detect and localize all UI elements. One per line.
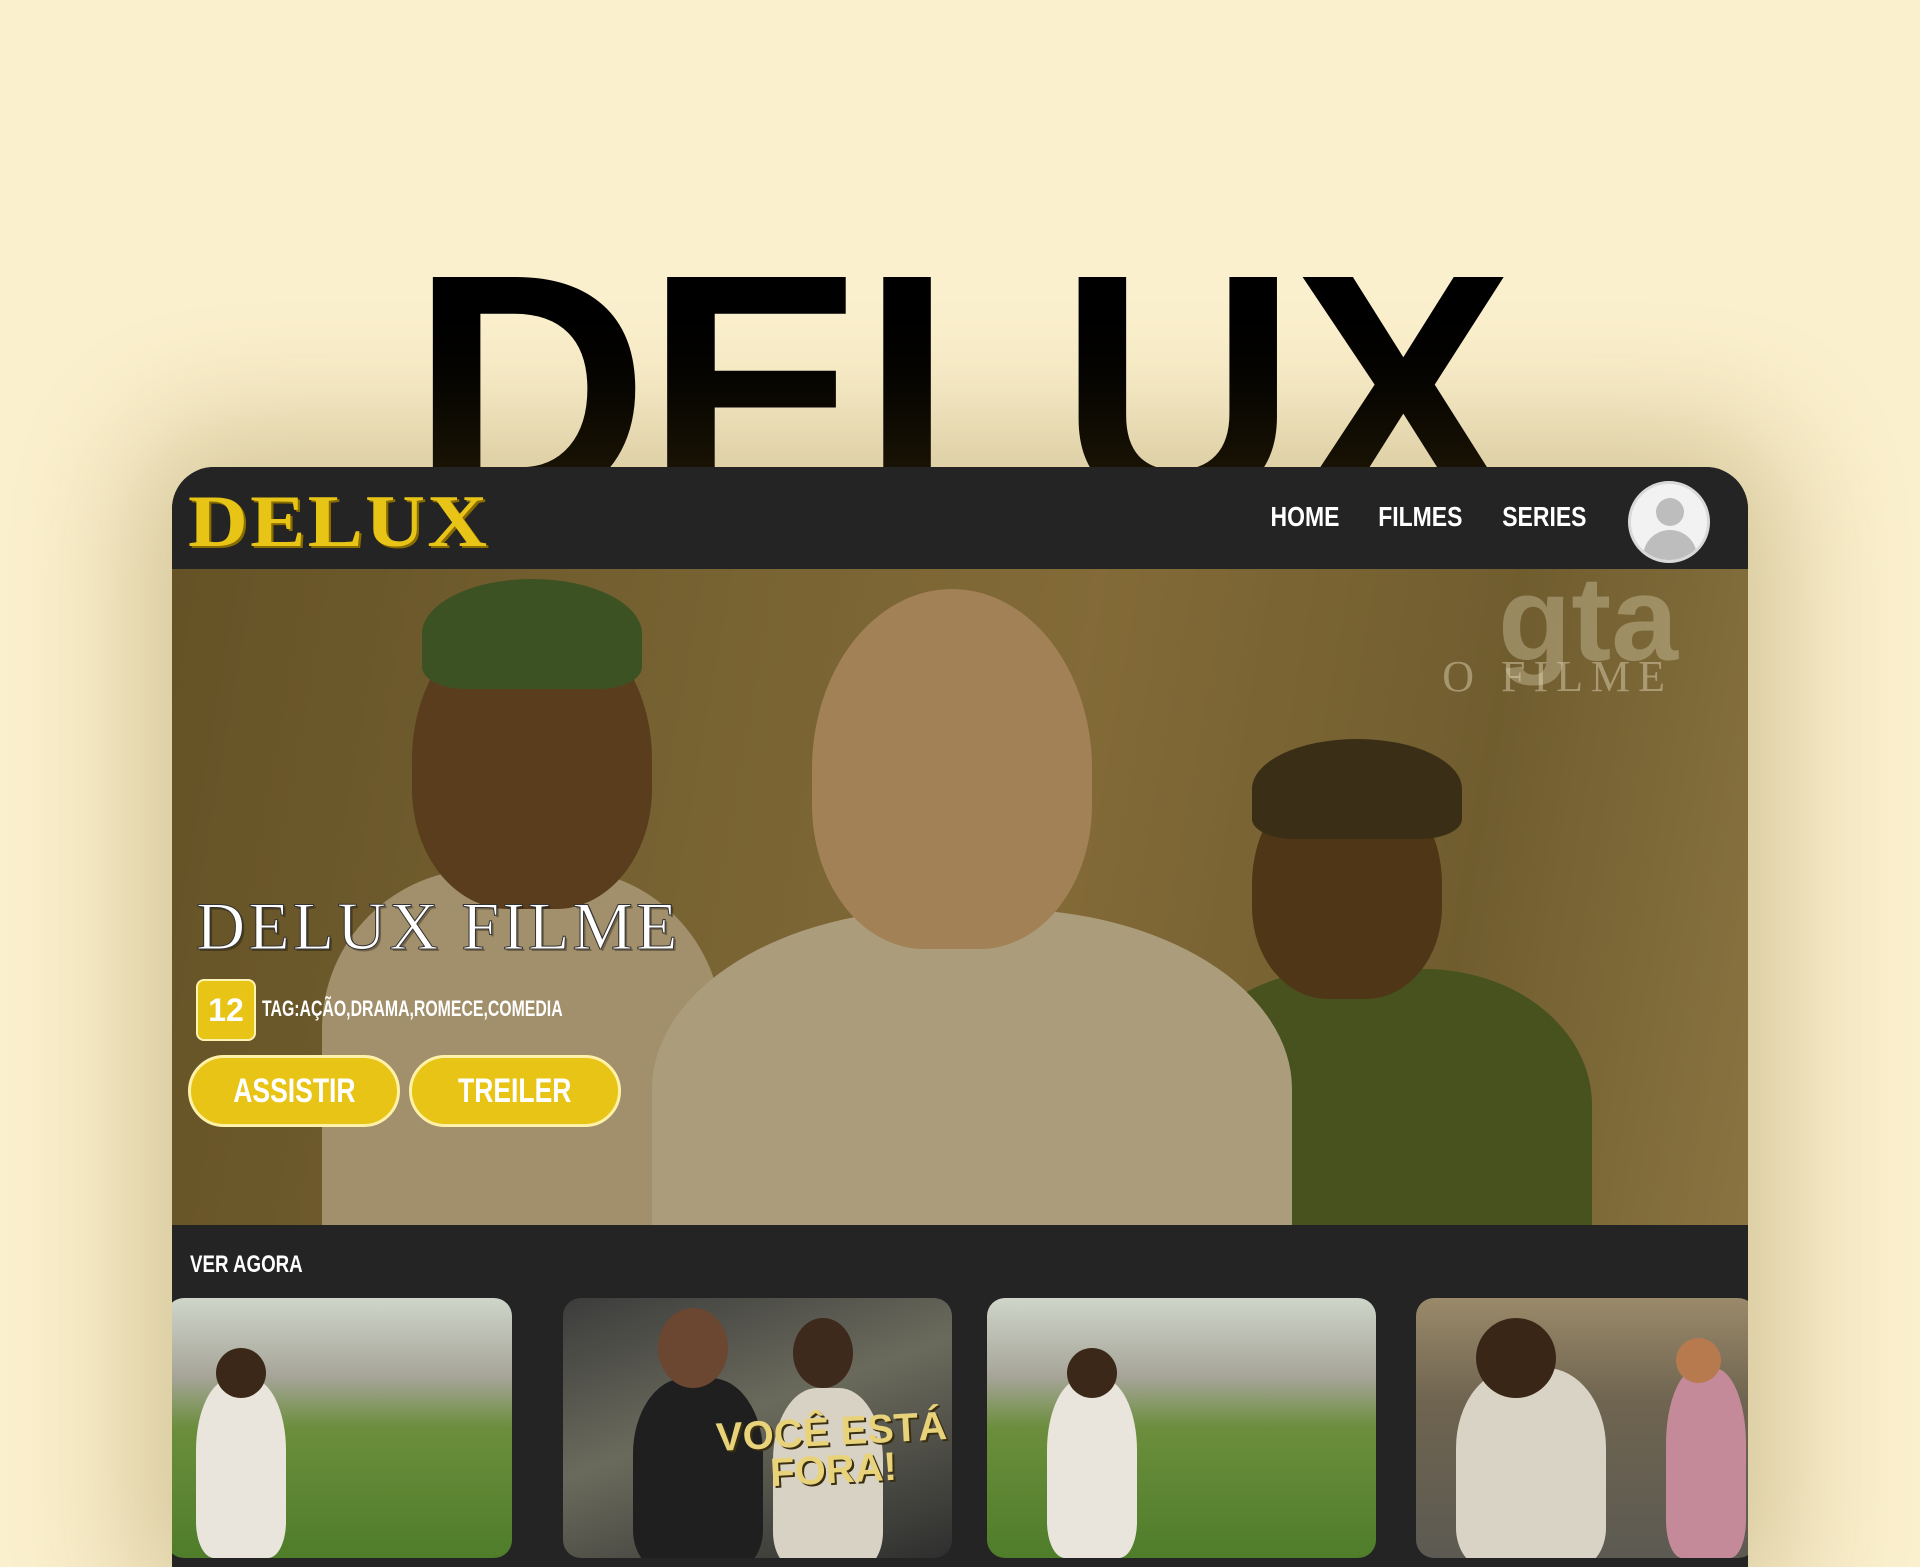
- poster-subtitle: O FILME: [1442, 652, 1673, 701]
- navbar: DELUX HOME FILMES SERIES: [172, 467, 1748, 569]
- featured-banner: gta O FILME DELUX FILME 12 TAG:AÇÃO,DRAM…: [172, 569, 1748, 1225]
- thumbnail-4[interactable]: [1416, 1298, 1748, 1558]
- thumbnail-caption: VOCÊ ESTÁ FORA!: [714, 1404, 949, 1496]
- nav-filmes[interactable]: FILMES: [1378, 501, 1462, 533]
- nav-home[interactable]: HOME: [1270, 501, 1339, 533]
- thumbnail-1[interactable]: [172, 1298, 512, 1558]
- watch-button[interactable]: ASSISTIR: [188, 1055, 400, 1127]
- thumb-figure: [1456, 1368, 1606, 1558]
- thumbnail-2[interactable]: VOCÊ ESTÁ FORA!: [563, 1298, 952, 1558]
- thumb-figure: [1047, 1378, 1137, 1558]
- thumb-figure-head: [793, 1318, 853, 1388]
- age-rating-badge: 12: [196, 979, 256, 1041]
- thumb-figure: [1666, 1368, 1746, 1558]
- thumb-figure-head: [216, 1348, 266, 1398]
- thumb-figure: [196, 1378, 286, 1558]
- thumb-figure-head: [658, 1308, 728, 1388]
- nav-links: HOME FILMES SERIES: [1263, 501, 1596, 533]
- thumb-figure-head: [1067, 1348, 1117, 1398]
- avatar-head: [1656, 498, 1684, 526]
- watch-button-label: ASSISTIR: [232, 1071, 356, 1110]
- featured-title: DELUX FILME: [195, 888, 681, 965]
- thumb-figure-head: [1476, 1318, 1556, 1398]
- genre-tags: TAG:AÇÃO,DRAMA,ROMECE,COMEDIA: [262, 996, 563, 1021]
- thumbnail-3[interactable]: [987, 1298, 1376, 1558]
- trailer-button[interactable]: TREILER: [409, 1055, 621, 1127]
- avatar-body: [1643, 530, 1697, 560]
- user-avatar-icon[interactable]: [1628, 481, 1710, 563]
- app-logo[interactable]: DELUX: [188, 485, 489, 559]
- thumb-figure-head: [1676, 1338, 1721, 1383]
- trailer-button-label: TREILER: [458, 1071, 572, 1110]
- watch-now-section: VER AGORA VOCÊ ESTÁ FORA!: [172, 1225, 1748, 1567]
- app-window: DELUX HOME FILMES SERIES gta O FILME DEL…: [172, 467, 1748, 1567]
- nav-series[interactable]: SERIES: [1503, 501, 1587, 533]
- section-title: VER AGORA: [190, 1251, 303, 1278]
